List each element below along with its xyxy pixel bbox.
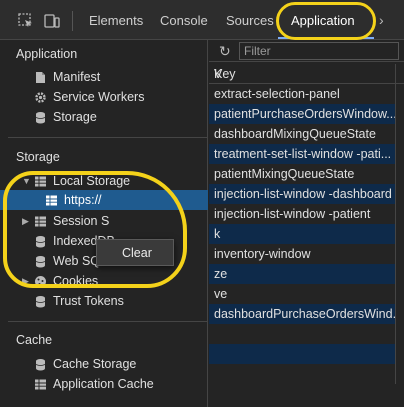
more-tabs-icon[interactable]: ›: [379, 12, 384, 28]
section-divider: [8, 321, 208, 322]
tab-console[interactable]: Console: [160, 13, 208, 28]
database-icon: [35, 359, 46, 371]
table-icon: [35, 379, 46, 390]
tab-elements[interactable]: Elements: [89, 13, 143, 28]
table-row[interactable]: inventory-window: [209, 244, 395, 264]
section-title-cache: Cache: [16, 333, 53, 347]
table-row[interactable]: dashboardPurchaseOrdersWind...: [209, 304, 395, 324]
table-row[interactable]: dashboardMixingQueueState: [209, 124, 395, 144]
section-divider: [8, 137, 208, 138]
table-row[interactable]: [209, 344, 395, 364]
manifest-icon: [36, 72, 45, 83]
table-toolbar: ↻: [209, 40, 404, 62]
table-row[interactable]: injection-list-window -patient: [209, 204, 395, 224]
table-row[interactable]: k: [209, 224, 395, 244]
filter-input[interactable]: [239, 42, 399, 60]
table-row[interactable]: ze: [209, 264, 395, 284]
storage-table-pane: ↻ Key V extract-selection-panel patientP…: [209, 40, 404, 407]
table-row[interactable]: patientPurchaseOrdersWindow...: [209, 104, 395, 124]
device-toolbar-icon[interactable]: [44, 13, 60, 29]
database-icon: [35, 296, 46, 308]
section-title-storage: Storage: [16, 150, 60, 164]
database-icon: [35, 112, 46, 124]
tab-sources[interactable]: Sources: [226, 13, 274, 28]
devtools-tabbar: Elements Console Sources Application ›: [0, 0, 404, 40]
application-tab-highlight: [276, 2, 376, 40]
devtools-window: Elements Console Sources Application › A…: [0, 0, 404, 407]
sidebar: Application Manifest Service Workers Sto…: [0, 40, 208, 407]
toolbar-separator: [72, 11, 73, 31]
table-row[interactable]: patientMixingQueueState: [209, 164, 395, 184]
section-title-application: Application: [16, 47, 78, 61]
refresh-icon[interactable]: ↻: [219, 43, 231, 60]
gear-icon: [35, 92, 46, 103]
inspect-element-icon[interactable]: [18, 13, 34, 29]
table-row[interactable]: [209, 324, 395, 344]
table-row[interactable]: extract-selection-panel: [209, 84, 395, 104]
column-divider[interactable]: [395, 64, 396, 384]
table-row[interactable]: treatment-set-list-window -pati...: [209, 144, 395, 164]
table-row[interactable]: injection-list-window -dashboard: [209, 184, 395, 204]
storage-section-highlight: [3, 171, 187, 288]
table-row[interactable]: ve: [209, 284, 395, 304]
table-header: Key V: [209, 64, 404, 84]
column-header-value[interactable]: V: [214, 67, 222, 81]
